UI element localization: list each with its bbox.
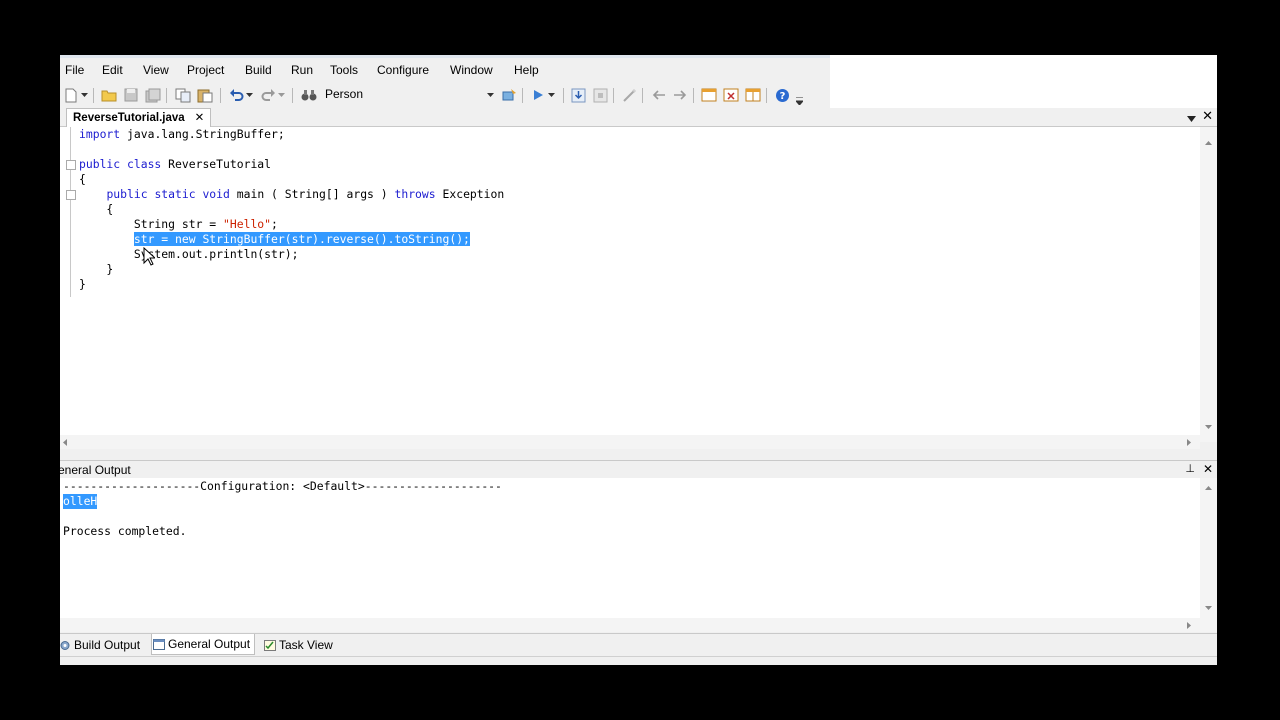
separator bbox=[766, 88, 767, 103]
run-icon[interactable] bbox=[530, 87, 546, 103]
close-tab-icon[interactable]: ✕ bbox=[195, 112, 205, 124]
copy-icon[interactable] bbox=[175, 87, 191, 103]
tab-general-output[interactable]: General Output bbox=[151, 634, 256, 655]
menu-view[interactable]: View bbox=[143, 63, 169, 77]
step-into-icon[interactable] bbox=[570, 87, 586, 103]
fold-guide bbox=[70, 127, 71, 297]
mouse-cursor-icon bbox=[143, 247, 155, 266]
editor-horizontal-scrollbar[interactable] bbox=[60, 435, 1200, 449]
separator bbox=[166, 88, 167, 103]
target-combo[interactable]: Person bbox=[325, 87, 445, 105]
menu-project[interactable]: Project bbox=[187, 63, 224, 77]
menu-bar: File Edit View Project Build Run Tools C… bbox=[60, 55, 830, 85]
code-editor[interactable]: import java.lang.StringBuffer; public cl… bbox=[60, 127, 1200, 442]
fold-gutter bbox=[60, 127, 76, 442]
tab-build-output[interactable]: Build Output bbox=[60, 637, 140, 654]
code-line: } bbox=[79, 262, 114, 276]
code-line: { bbox=[79, 172, 86, 186]
window-close-all-icon[interactable] bbox=[723, 87, 739, 103]
output-window-icon bbox=[153, 639, 165, 650]
fold-toggle-class[interactable] bbox=[66, 160, 76, 170]
output-panel-header: eneral Output ⊥ ✕ bbox=[60, 460, 1217, 479]
tab-task-view[interactable]: Task View bbox=[263, 637, 333, 654]
undo-dropdown-icon[interactable] bbox=[244, 87, 254, 103]
window-layout-icon[interactable] bbox=[701, 87, 717, 103]
code-line: public class ReverseTutorial bbox=[79, 157, 272, 171]
menu-run[interactable]: Run bbox=[291, 63, 313, 77]
status-bar bbox=[60, 656, 1217, 665]
tab-label: ReverseTutorial.java bbox=[73, 112, 185, 124]
help-icon[interactable]: ? bbox=[774, 87, 790, 103]
menu-build[interactable]: Build bbox=[245, 63, 272, 77]
paste-icon[interactable] bbox=[197, 87, 213, 103]
close-editor-icon[interactable]: ✕ bbox=[1202, 108, 1213, 124]
document-tab-strip: ReverseTutorial.java ✕ ✕ bbox=[60, 108, 1217, 127]
code-line: import java.lang.StringBuffer; bbox=[79, 127, 285, 141]
gear-icon bbox=[60, 641, 70, 650]
separator bbox=[522, 88, 523, 103]
separator bbox=[613, 88, 614, 103]
code-line: System.out.println(str); bbox=[79, 247, 299, 261]
menu-file[interactable]: File bbox=[65, 63, 84, 77]
undo-icon[interactable] bbox=[228, 87, 244, 103]
general-output-text[interactable]: --------------------Configuration: <Defa… bbox=[60, 478, 1200, 618]
code-line: { bbox=[79, 202, 114, 216]
code-line: public static void main ( String[] args … bbox=[106, 187, 505, 201]
menu-configure[interactable]: Configure bbox=[377, 63, 429, 77]
ide-window: File Edit View Project Build Run Tools C… bbox=[60, 55, 1217, 665]
stop-icon[interactable] bbox=[592, 87, 608, 103]
close-panel-icon[interactable]: ✕ bbox=[1203, 462, 1213, 476]
save-all-icon[interactable] bbox=[145, 87, 161, 103]
window-split-icon[interactable] bbox=[745, 87, 761, 103]
class-wizard-icon[interactable] bbox=[501, 87, 517, 103]
separator bbox=[693, 88, 694, 103]
fold-toggle-method[interactable] bbox=[66, 190, 76, 200]
output-vertical-scrollbar[interactable] bbox=[1200, 478, 1217, 618]
output-line: --------------------Configuration: <Defa… bbox=[63, 479, 502, 493]
redo-dropdown-icon[interactable] bbox=[276, 87, 286, 103]
redo-icon[interactable] bbox=[260, 87, 276, 103]
menu-window[interactable]: Window bbox=[450, 63, 493, 77]
output-horizontal-scrollbar[interactable] bbox=[60, 618, 1217, 632]
output-line: Process completed. bbox=[63, 524, 187, 538]
new-dropdown-icon[interactable] bbox=[79, 87, 89, 103]
separator bbox=[292, 88, 293, 103]
separator bbox=[93, 88, 94, 103]
output-tabs: Build Output General Output Task View bbox=[60, 633, 1217, 656]
back-arrow-icon[interactable] bbox=[650, 87, 666, 103]
output-line-selected: olleH bbox=[63, 494, 98, 509]
tab-label: General Output bbox=[168, 637, 251, 651]
menu-edit[interactable]: Edit bbox=[102, 63, 123, 77]
toolbar-overflow-icon[interactable] bbox=[794, 93, 804, 109]
pin-icon[interactable]: ⊥ bbox=[1185, 462, 1195, 475]
tab-reversetutorial-java[interactable]: ReverseTutorial.java ✕ bbox=[66, 108, 212, 127]
run-dropdown-icon[interactable] bbox=[546, 87, 556, 103]
empty-area bbox=[830, 55, 1217, 115]
panel-title: eneral Output bbox=[60, 463, 131, 477]
binoculars-icon[interactable] bbox=[301, 87, 317, 103]
separator bbox=[642, 88, 643, 103]
code-line: } bbox=[79, 277, 86, 291]
task-icon bbox=[264, 640, 276, 651]
svg-text:?: ? bbox=[779, 91, 785, 102]
menu-help[interactable]: Help bbox=[514, 63, 539, 77]
open-folder-icon[interactable] bbox=[101, 87, 117, 103]
editor-vertical-scrollbar[interactable] bbox=[1200, 127, 1217, 442]
separator bbox=[563, 88, 564, 103]
title-strip bbox=[60, 55, 830, 58]
code-line: String str = "Hello"; bbox=[79, 217, 278, 231]
code-line-selected: str = new StringBuffer(str).reverse().to… bbox=[133, 232, 470, 246]
separator bbox=[220, 88, 221, 103]
tab-label: Build Output bbox=[74, 638, 141, 652]
combo-dropdown-icon[interactable] bbox=[485, 87, 495, 103]
tab-list-dropdown-icon[interactable] bbox=[1187, 111, 1196, 125]
menu-tools[interactable]: Tools bbox=[330, 63, 358, 77]
save-icon[interactable] bbox=[123, 87, 139, 103]
forward-arrow-icon[interactable] bbox=[672, 87, 688, 103]
new-file-icon[interactable] bbox=[63, 87, 79, 103]
tab-label: Task View bbox=[279, 638, 333, 652]
magic-wand-icon[interactable] bbox=[621, 87, 637, 103]
